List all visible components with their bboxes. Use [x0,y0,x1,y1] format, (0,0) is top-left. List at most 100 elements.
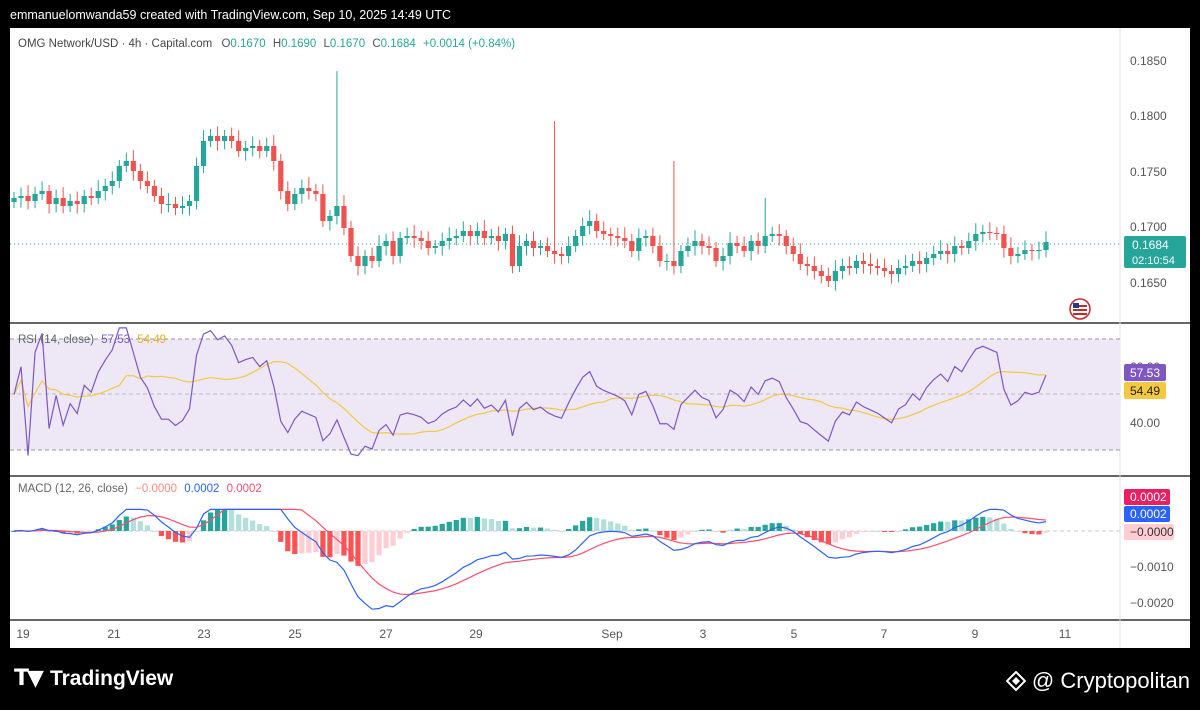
candle-body [460,231,466,236]
macd-tick-minus-0020: −0.0020 [1130,596,1174,610]
macd-histogram-bar [488,519,494,531]
high-value: 0.1690 [281,38,316,50]
macd-histogram-bar [601,519,607,531]
macd-histogram-bar [229,509,235,531]
candle-body [692,241,698,246]
candle-body [734,243,740,246]
macd-histogram-bar [657,531,663,536]
candle-body [348,228,354,256]
macd-histogram-bar [383,531,389,549]
chart-svg[interactable]: OMG Network/USD · 4h · Capital.com O0.16… [10,28,1190,648]
candle-body [313,191,319,194]
candle-body [285,191,291,204]
macd-histogram-bar [924,524,930,531]
candle-body [404,236,410,238]
change-value: +0.0014 (+0.84%) [423,38,515,50]
candle-body [832,271,838,281]
candle-body [657,246,663,261]
candle-body [1043,242,1049,250]
candle-body [917,261,923,264]
candle-body [32,194,38,201]
candle-body [804,264,810,266]
candle-body [278,161,284,191]
candle-body [987,232,993,233]
candle-body [776,234,782,236]
candle-body [945,251,951,254]
macd-histogram-bar [439,523,445,531]
candle-body [271,146,277,161]
candle-body [264,146,270,151]
candle-body [537,246,544,248]
macd-histogram-bar [250,520,256,531]
legend-line: OMG Network/USD · 4h · Capital.com O0.16… [18,38,515,50]
macd-histogram-bar [664,531,670,538]
candle-body [853,261,860,268]
candle-body [839,266,846,271]
macd-histogram-bar [888,531,895,532]
candle-body [1036,250,1042,251]
candle-body [355,256,361,266]
candle-body [502,234,509,241]
candle-body [727,243,733,256]
time-tick-label: 19 [16,627,30,641]
candle-body [762,236,768,246]
candle-body [179,206,186,208]
candle-body [530,241,537,248]
macd-histogram-bar [1015,531,1021,533]
macd-histogram-bar [306,531,312,553]
price-tick-1750: 0.1750 [1130,165,1167,179]
time-tick-label: 25 [288,627,302,641]
macd-histogram-bar [165,531,172,540]
macd-histogram-bar [151,530,158,532]
macd-tick-minus-0010: −0.0010 [1130,560,1174,574]
low-value: 0.1670 [330,38,365,50]
candle-body [994,233,1000,234]
candle-body [102,186,108,191]
price-tick-1800: 0.1800 [1130,109,1167,123]
macd-histogram-bar [271,531,277,532]
macd-histogram-bar [292,531,298,555]
macd-histogram-bar [832,531,838,543]
macd-histogram-bar [390,531,396,546]
us-flag-icon[interactable] [1069,298,1091,320]
macd-histogram-bar [369,531,375,563]
price-tick-1700: 0.1700 [1130,220,1167,234]
macd-histogram-bar [615,523,621,531]
candle-body [973,234,979,241]
candle-body [172,204,179,208]
candle-body [769,234,775,236]
macd-histogram-bar [860,531,867,533]
time-tick-label: 27 [379,627,393,641]
macd-signal-legend: 0.0002 [227,483,262,495]
candle-body [467,231,473,236]
candle-body [418,238,424,241]
macd-histogram-bar [158,531,165,536]
macd-histogram-bar [222,509,228,531]
candle-body [573,236,579,246]
candle-body [587,221,593,226]
candle-body [867,264,874,266]
macd-histogram-bar [952,520,958,531]
cryptopolitan-diamond-icon [1005,671,1026,691]
candle-body [678,251,684,266]
candle-body [741,246,747,251]
time-tick-label: Sep [601,627,623,641]
macd-histogram-bar [636,529,642,531]
macd-histogram-bar [285,531,291,552]
macd-histogram-bar [186,531,193,542]
chart-panel[interactable]: OMG Network/USD · 4h · Capital.com O0.16… [10,28,1190,648]
macd-histogram-bar [453,520,459,531]
macd-histogram-bar [566,528,572,531]
candle-body [558,254,565,256]
price-tick-1650: 0.1650 [1130,276,1167,290]
candle-body [959,246,965,248]
macd-histogram-bar [1029,531,1035,535]
macd-series [11,508,1049,610]
macd-histogram-bar [432,525,438,531]
candle-body [966,241,972,248]
time-axis[interactable]: 19 21 23 25 27 29 Sep 3 5 7 9 11 [16,627,1071,641]
candle-body [207,136,214,141]
macd-histogram-bar [376,531,382,556]
open-label: O [221,38,230,50]
macd-histogram-bar [362,531,368,565]
